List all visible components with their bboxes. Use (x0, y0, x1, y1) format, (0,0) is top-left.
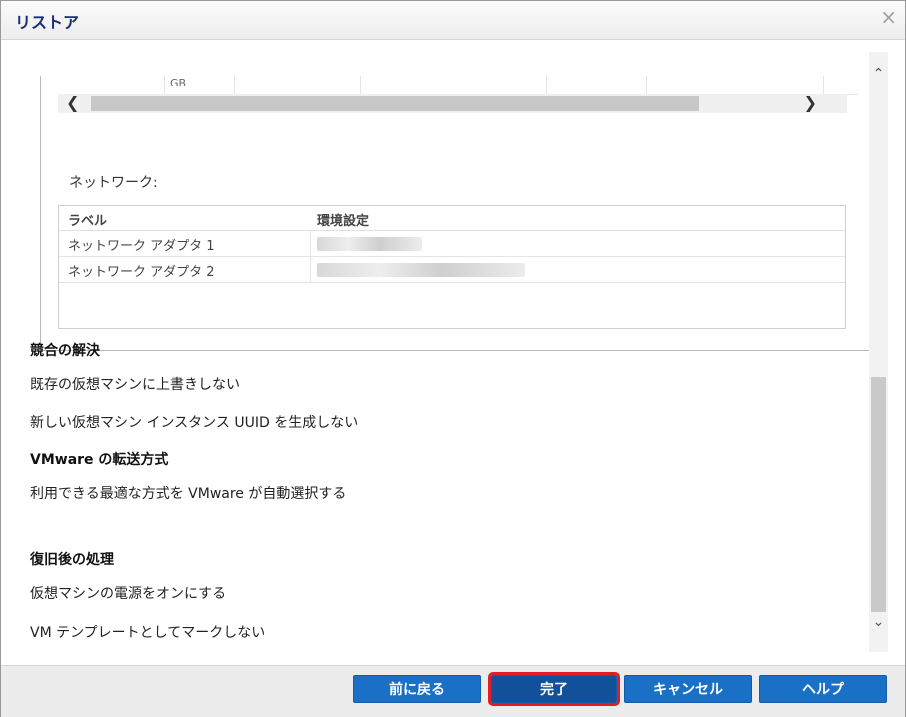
column-header-settings: 環境設定 (317, 214, 370, 229)
transport-title: VMware の転送方式 (30, 452, 169, 468)
transport-text: 利用できる最適な方式を VMware が自動選択する (30, 486, 347, 502)
adapter-name: ネットワーク アダプタ 1 (68, 239, 215, 254)
post-power-on-text: 仮想マシンの電源をオンにする (30, 586, 227, 602)
back-button[interactable]: 前に戻る (353, 675, 481, 703)
scroll-up-icon[interactable]: ⌃ (872, 66, 885, 82)
column-divider (823, 76, 824, 94)
scroll-right-icon[interactable]: ❯ (804, 93, 817, 112)
horizontal-scroll-thumb[interactable] (91, 96, 699, 111)
network-table: ラベル 環境設定 ネットワーク アダプタ 1 ネットワーク アダプタ 2 (58, 205, 846, 329)
column-divider (310, 231, 311, 256)
scroll-down-icon[interactable]: ⌄ (872, 614, 885, 630)
summary-content: GB ❮ ❯ ネットワーク: ラベル 環境設定 ネットワーク アダプタ 1 ネッ… (8, 40, 889, 662)
conflict-overwrite-text: 既存の仮想マシンに上書きしない (30, 377, 240, 393)
column-divider (646, 76, 647, 94)
close-icon[interactable]: × (880, 5, 897, 29)
scroll-left-icon[interactable]: ❮ (66, 93, 79, 112)
post-recovery-title: 復旧後の処理 (30, 552, 114, 568)
column-divider (234, 76, 235, 94)
network-table-header: ラベル 環境設定 (59, 206, 845, 231)
table-row: ネットワーク アダプタ 1 (59, 231, 845, 257)
disk-table-row: GB (58, 76, 858, 95)
conflict-resolution-title: 競合の解決 (30, 343, 100, 359)
column-divider (310, 257, 311, 282)
column-header-label: ラベル (68, 214, 108, 229)
dialog-titlebar: リストア × (1, 1, 905, 40)
vertical-scrollbar[interactable]: ⌃ ⌄ (869, 52, 888, 652)
conflict-uuid-text: 新しい仮想マシン インスタンス UUID を生成しない (30, 415, 359, 431)
help-button[interactable]: ヘルプ (759, 675, 887, 703)
redacted-value (317, 237, 422, 251)
horizontal-scrollbar[interactable]: ❮ ❯ (58, 93, 847, 113)
restore-dialog: リストア × GB ❮ ❯ ネットワーク: ラベル 環境設定 ネットワーク アダ… (0, 0, 906, 717)
redacted-value (317, 263, 525, 277)
cancel-button[interactable]: キャンセル (624, 675, 752, 703)
disk-size-unit: GB (170, 77, 187, 86)
table-row: ネットワーク アダプタ 2 (59, 257, 845, 283)
dialog-title: リストア (15, 13, 80, 32)
finish-button[interactable]: 完了 (488, 672, 620, 706)
column-divider (360, 76, 361, 94)
column-divider (164, 76, 165, 94)
vertical-scroll-thumb[interactable] (871, 377, 886, 612)
adapter-name: ネットワーク アダプタ 2 (68, 265, 215, 280)
network-label: ネットワーク: (69, 175, 158, 191)
post-template-text: VM テンプレートとしてマークしない (30, 625, 266, 641)
vm-settings-panel: GB ❮ ❯ ネットワーク: ラベル 環境設定 ネットワーク アダプタ 1 ネッ… (40, 76, 870, 351)
dialog-footer: 前に戻る 完了 キャンセル ヘルプ (1, 665, 905, 717)
column-divider (546, 76, 547, 94)
